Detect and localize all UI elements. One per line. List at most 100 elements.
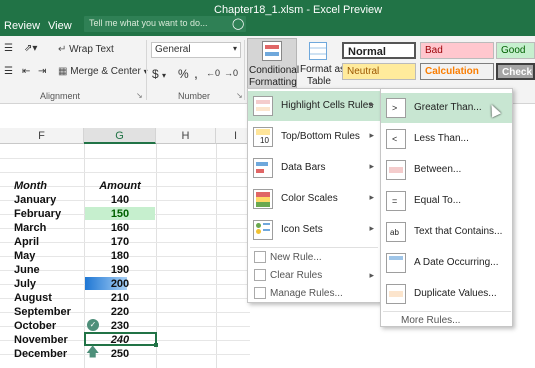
style-normal[interactable]: Normal xyxy=(342,42,416,59)
format-as-table-button[interactable]: Format as Table xyxy=(299,38,345,90)
chevron-down-icon: ▾ xyxy=(232,44,237,53)
tab-review[interactable]: Review xyxy=(4,20,40,32)
style-good[interactable]: Good xyxy=(496,42,535,59)
amount-cell[interactable]: 170 xyxy=(84,236,156,248)
menu-item-color-scales[interactable]: Color Scales ▸ xyxy=(248,184,380,214)
month-cell[interactable]: June xyxy=(14,264,40,276)
month-cell[interactable]: March xyxy=(14,222,46,234)
manage-rules-icon xyxy=(254,287,266,299)
align-left-icon[interactable]: ☰ xyxy=(4,43,13,54)
highlight-cells-icon xyxy=(253,96,273,116)
submenu-item-between[interactable]: Between... xyxy=(381,155,512,185)
less-than-icon: < xyxy=(386,129,406,149)
top-bottom-icon: 10 xyxy=(253,127,273,147)
between-icon xyxy=(386,160,406,180)
amount-cell[interactable]: 220 xyxy=(84,306,156,318)
decrease-decimal-icon[interactable]: →0 xyxy=(224,68,238,78)
submenu-item-less-than[interactable]: < Less Than... xyxy=(381,124,512,154)
title-bar: Review View Chapter18_1.xlsm - Excel Pre… xyxy=(0,0,535,36)
merge-center-button[interactable]: ▦ Merge & Center ▾ xyxy=(58,66,148,77)
currency-button[interactable]: $ ▾ xyxy=(152,67,166,81)
month-cell[interactable]: November xyxy=(14,334,68,346)
amount-cell[interactable]: 210 xyxy=(84,292,156,304)
increase-decimal-icon[interactable]: ←0 xyxy=(206,68,220,78)
amount-header[interactable]: Amount xyxy=(84,180,156,192)
menu-item-icon-sets[interactable]: Icon Sets ▸ xyxy=(248,215,380,245)
month-cell[interactable]: August xyxy=(14,292,52,304)
duplicate-values-icon xyxy=(386,284,406,304)
amount-cell[interactable]: 140 xyxy=(84,194,156,206)
style-check-cell[interactable]: Check C xyxy=(496,63,535,80)
column-header-f[interactable]: F xyxy=(0,128,84,144)
menu-item-clear-rules[interactable]: Clear Rules ▸ xyxy=(248,267,380,285)
month-cell[interactable]: May xyxy=(14,250,35,262)
wrap-text-icon: ↵ xyxy=(58,44,67,55)
chevron-right-icon: ▸ xyxy=(369,130,374,140)
style-bad[interactable]: Bad xyxy=(420,42,494,59)
month-cell[interactable]: October xyxy=(14,320,56,332)
menu-item-new-rule[interactable]: New Rule... xyxy=(248,249,380,267)
percent-button[interactable]: % xyxy=(178,67,189,81)
month-cell[interactable]: December xyxy=(14,348,67,360)
month-cell[interactable]: February xyxy=(14,208,61,220)
menu-item-top-bottom-rules[interactable]: 10 Top/Bottom Rules ▸ xyxy=(248,122,380,152)
month-header[interactable]: Month xyxy=(14,180,47,192)
data-bars-icon xyxy=(253,158,273,178)
alignment-group-label: Alignment xyxy=(40,91,81,101)
menu-item-label: Top/Bottom Rules xyxy=(281,131,360,142)
number-format-dropdown[interactable]: General ▾ xyxy=(151,42,241,58)
tell-me-placeholder: Tell me what you want to do... xyxy=(89,18,208,28)
style-calculation[interactable]: Calculation xyxy=(420,63,494,80)
text-contains-icon: ab xyxy=(386,222,406,242)
column-header-g[interactable]: G xyxy=(84,128,156,144)
gridline xyxy=(0,158,250,159)
submenu-item-duplicate-values[interactable]: Duplicate Values... xyxy=(381,279,512,309)
conditional-formatting-icon xyxy=(262,41,282,61)
menu-divider xyxy=(250,247,378,248)
gridline xyxy=(0,172,250,173)
submenu-item-more-rules[interactable]: More Rules... xyxy=(381,312,512,330)
month-cell[interactable]: September xyxy=(14,306,71,318)
decrease-indent-icon[interactable]: ⇤ xyxy=(22,66,30,77)
checkmark-circle-icon: ✓ xyxy=(87,319,99,331)
amount-cell[interactable]: 180 xyxy=(84,250,156,262)
merge-center-icon: ▦ xyxy=(58,66,68,77)
menu-item-label: New Rule... xyxy=(270,252,322,263)
amount-cell[interactable]: 200 xyxy=(84,278,156,290)
wrap-text-button[interactable]: ↵ Wrap Text xyxy=(58,44,114,55)
increase-indent-icon[interactable]: ⇥ xyxy=(38,66,46,77)
alignment-launcher-icon[interactable]: ↘ xyxy=(136,91,143,100)
submenu-item-text-contains[interactable]: ab Text that Contains... xyxy=(381,217,512,247)
chevron-right-icon: ▸ xyxy=(369,192,374,202)
comma-button[interactable]: , xyxy=(194,65,198,81)
month-cell[interactable]: January xyxy=(14,194,56,206)
icon-sets-icon xyxy=(253,220,273,240)
submenu-item-label: Equal To... xyxy=(414,195,462,206)
month-cell[interactable]: April xyxy=(14,236,39,248)
conditional-formatting-button[interactable]: Conditional Formatting xyxy=(247,38,299,90)
submenu-item-label: Greater Than... xyxy=(414,102,482,113)
menu-item-data-bars[interactable]: Data Bars ▸ xyxy=(248,153,380,183)
merge-center-label: Merge & Center xyxy=(70,66,141,77)
month-cell[interactable]: July xyxy=(14,278,36,290)
amount-cell[interactable]: 160 xyxy=(84,222,156,234)
column-header-h[interactable]: H xyxy=(156,128,216,144)
tab-view[interactable]: View xyxy=(48,20,72,32)
orientation-icon[interactable]: ⇗▾ xyxy=(24,43,37,54)
chevron-right-icon: ▸ xyxy=(369,161,374,171)
menu-item-label: Manage Rules... xyxy=(270,288,343,299)
submenu-item-label: Less Than... xyxy=(414,133,469,144)
style-neutral[interactable]: Neutral xyxy=(342,63,416,80)
menu-item-manage-rules[interactable]: Manage Rules... xyxy=(248,285,380,303)
submenu-item-equal-to[interactable]: = Equal To... xyxy=(381,186,512,216)
menu-item-highlight-cells-rules[interactable]: Highlight Cells Rules ▸ xyxy=(248,91,380,121)
chevron-right-icon: ▸ xyxy=(369,223,374,233)
clear-rules-icon xyxy=(254,269,266,281)
number-launcher-icon[interactable]: ↘ xyxy=(236,91,243,100)
submenu-item-date-occurring[interactable]: A Date Occurring... xyxy=(381,248,512,278)
align-justify-icon[interactable]: ☰ xyxy=(4,66,13,77)
tell-me-search[interactable]: Tell me what you want to do... ◯ xyxy=(84,16,246,32)
amount-cell[interactable]: 150 xyxy=(84,208,156,220)
submenu-item-label: More Rules... xyxy=(401,315,461,326)
amount-cell[interactable]: 190 xyxy=(84,264,156,276)
